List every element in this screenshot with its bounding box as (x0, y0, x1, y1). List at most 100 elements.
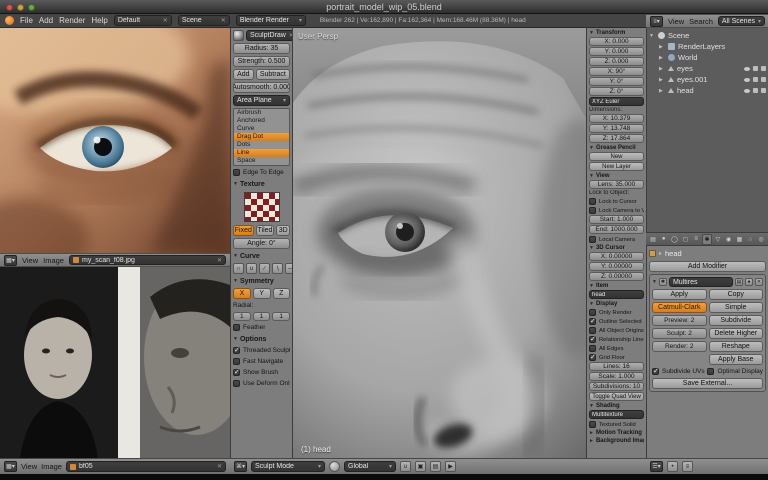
panel-expand-icon[interactable]: ▼ (589, 173, 594, 179)
preview-level-field[interactable]: Preview: 2 (652, 315, 707, 326)
radial-x-field[interactable]: 1 (233, 312, 251, 321)
tab-scene-icon[interactable]: ● (659, 234, 669, 245)
brush-add-button[interactable]: Add (233, 69, 254, 80)
apply-modifier-button[interactable]: Apply (652, 289, 707, 300)
expand-icon[interactable]: ▶ (659, 88, 665, 94)
unlink-layout-icon[interactable]: ✕ (163, 17, 168, 24)
brush-preview-icon[interactable] (233, 30, 244, 41)
scene-select[interactable]: Scene ✕ (177, 15, 230, 26)
simple-button[interactable]: Simple (708, 302, 763, 313)
screen-layout-select[interactable]: Default ✕ (113, 15, 172, 26)
apply-base-button[interactable]: Apply Base (708, 354, 763, 365)
panel-expand-icon[interactable]: ▼ (233, 253, 238, 259)
expand-icon[interactable]: ▶ (659, 55, 665, 61)
delete-modifier-icon[interactable]: ✕ (755, 278, 763, 286)
add-modifier-dropdown[interactable]: Add Modifier (649, 261, 766, 272)
outliner-row-eyes[interactable]: ▶ eyes (649, 63, 766, 74)
rotation-mode-select[interactable]: XYZ Euler (589, 97, 644, 106)
autosmooth-slider[interactable]: Autosmooth: 0.000 (233, 82, 290, 93)
outliner-row-head[interactable]: ▶ head (649, 85, 766, 96)
tab-render-icon[interactable]: ▤ (648, 234, 658, 245)
panel-expand-icon[interactable]: ▼ (589, 403, 594, 409)
selectability-icon[interactable] (753, 66, 758, 71)
lock-to-cursor-checkbox[interactable] (589, 198, 596, 205)
tab-constraints-icon[interactable]: ≡ (691, 234, 701, 245)
rotation-z-field[interactable]: Z: 0° (589, 87, 644, 96)
subdivide-uvs-checkbox[interactable] (652, 367, 659, 375)
editor-type-3dview-icon[interactable]: ⌘▾ (234, 461, 247, 472)
list-item-selected[interactable]: Line (234, 149, 289, 157)
copy-modifier-button[interactable]: Copy (708, 289, 763, 300)
render-engine-select[interactable]: Blender Render ▾ (235, 15, 306, 26)
menu-help[interactable]: Help (91, 16, 107, 25)
list-item-selected[interactable]: Drag Dot (234, 133, 289, 141)
tab-world-icon[interactable]: ◯ (670, 234, 680, 245)
panel-expand-icon[interactable]: ▼ (589, 301, 594, 307)
menu-render[interactable]: Render (59, 16, 85, 25)
location-x-field[interactable]: X: 0.000 (589, 37, 644, 46)
snap-magnet-icon[interactable]: ∪ (400, 461, 411, 472)
only-render-checkbox[interactable] (589, 309, 596, 316)
cursor-y-field[interactable]: Y: 0.00000 (589, 262, 644, 271)
item-name-field[interactable]: head (589, 290, 644, 299)
outliner-row-eyes-001[interactable]: ▶ eyes.001 (649, 74, 766, 85)
cursor-x-field[interactable]: X: 0.00000 (589, 252, 644, 261)
tab-physics-icon[interactable]: ◎ (756, 234, 766, 245)
unlink-image-icon[interactable]: ✕ (217, 257, 222, 264)
modifier-name-field[interactable]: Multires (668, 277, 733, 287)
tab-object-data-icon[interactable]: ▽ (713, 234, 723, 245)
image-datablock-select[interactable]: bf05 ✕ (65, 461, 226, 472)
panel-expand-icon[interactable]: ▼ (233, 181, 238, 187)
textured-solid-checkbox[interactable] (589, 421, 596, 428)
image-editor-photos-pane[interactable] (0, 267, 230, 458)
panel-expand-icon[interactable]: ▼ (589, 145, 594, 151)
subdivide-button[interactable]: Subdivide (708, 315, 763, 326)
outliner-menu-search[interactable]: Search (689, 17, 713, 26)
local-camera-checkbox[interactable] (589, 236, 596, 243)
brush-strength-slider[interactable]: Strength: 0.500 (233, 56, 290, 67)
radial-z-field[interactable]: 1 (272, 312, 291, 321)
options-icon[interactable]: ≡ (682, 461, 693, 472)
unlink-image-icon[interactable]: ✕ (217, 463, 222, 470)
catmull-clark-button[interactable]: Catmull-Clark (652, 302, 707, 313)
list-item[interactable]: Anchored (234, 117, 289, 125)
grid-lines-field[interactable]: Lines: 16 (589, 362, 644, 371)
use-deform-only-checkbox[interactable] (233, 380, 240, 387)
tab-particles-icon[interactable]: ∴ (745, 234, 755, 245)
map-tiled-button[interactable]: Tiled (255, 225, 275, 236)
curve-preset-line-icon[interactable]: ─ (285, 263, 292, 274)
render-visibility-icon[interactable]: ▤ (735, 278, 743, 286)
grid-floor-checkbox[interactable] (589, 353, 596, 361)
editor-type-image-icon[interactable]: ▦▾ (4, 461, 17, 472)
viewport-visibility-icon[interactable]: ● (745, 278, 753, 286)
panel-collapsed-icon[interactable]: ► (589, 438, 594, 444)
sculpt-plane-select[interactable]: Area Plane ▾ (233, 95, 290, 106)
save-external-button[interactable]: Save External... (652, 378, 763, 389)
outliner-menu-view[interactable]: View (668, 17, 684, 26)
window-titlebar[interactable]: portrait_model_wip_05.blend (0, 0, 768, 14)
panel-expand-icon[interactable]: ▼ (233, 278, 238, 284)
show-brush-checkbox[interactable] (233, 368, 240, 376)
texture-angle-slider[interactable]: Angle: 0° (233, 238, 290, 249)
map-fixed-button[interactable]: Fixed (233, 225, 254, 236)
lens-field[interactable]: Lens: 35.000 (589, 180, 644, 189)
grease-pencil-new-button[interactable]: New (589, 152, 644, 161)
rotation-x-field[interactable]: X: 90° (589, 67, 644, 76)
curve-preset-smooth-icon[interactable]: ∩ (233, 263, 244, 274)
grid-subdivisions-field[interactable]: Subdivisions: 10 (589, 382, 644, 391)
feather-checkbox[interactable] (233, 324, 240, 331)
all-edges-checkbox[interactable] (589, 345, 596, 352)
expand-icon[interactable]: ▶ (659, 66, 665, 72)
rotation-y-field[interactable]: Y: 0° (589, 77, 644, 86)
selectability-icon[interactable] (753, 77, 758, 82)
toggle-quad-view-button[interactable]: Toggle Quad View (589, 392, 644, 401)
relationship-lines-checkbox[interactable] (589, 335, 596, 343)
render-restrict-icon[interactable] (761, 66, 766, 71)
curve-preset-sharp-icon[interactable]: ∖ (272, 263, 283, 274)
orientation-select[interactable]: Global ▾ (344, 461, 396, 472)
optimal-display-checkbox[interactable] (707, 368, 715, 375)
visibility-eye-icon[interactable] (744, 66, 750, 71)
viewport-3d[interactable]: User Persp (1) head (293, 28, 586, 458)
editor-type-properties-icon[interactable]: ☰▾ (650, 461, 663, 472)
edge-to-edge-checkbox[interactable] (233, 169, 240, 176)
